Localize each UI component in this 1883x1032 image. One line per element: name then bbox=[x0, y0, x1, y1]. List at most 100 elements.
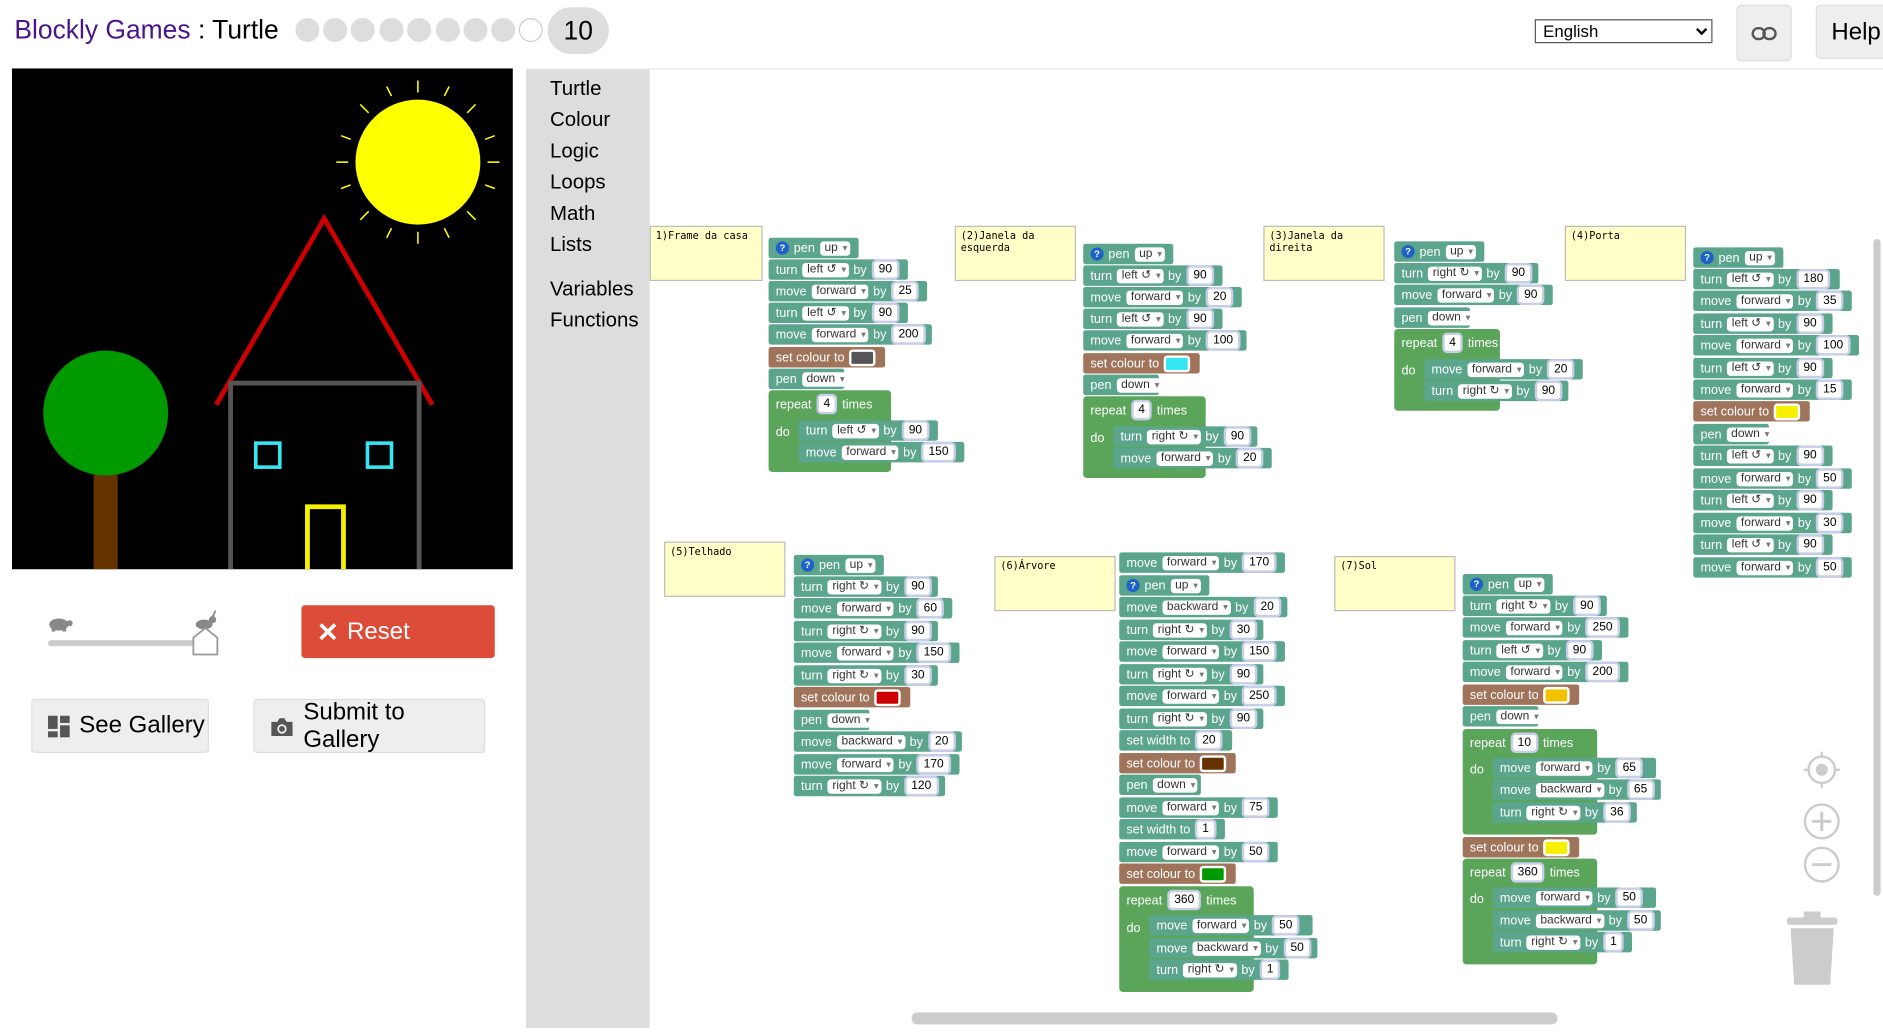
dropdown[interactable]: left ↺ bbox=[1727, 492, 1774, 508]
move-block[interactable]: move forward by75 bbox=[1119, 797, 1278, 818]
value[interactable]: 150 bbox=[916, 642, 951, 663]
toolbox-functions[interactable]: Functions bbox=[550, 309, 639, 333]
dropdown[interactable]: up bbox=[1170, 578, 1201, 593]
dropdown[interactable]: forward bbox=[836, 601, 894, 616]
level-dot-4[interactable] bbox=[379, 18, 404, 43]
set-colour-block[interactable]: set colour to bbox=[1693, 401, 1810, 422]
turn-block[interactable]: turnright ↻by90 bbox=[1119, 664, 1264, 685]
pen-block[interactable]: pen down bbox=[793, 709, 873, 731]
value[interactable]: 65 bbox=[1615, 757, 1644, 779]
value[interactable]: 170 bbox=[1241, 552, 1277, 573]
dropdown[interactable]: forward bbox=[1736, 515, 1793, 531]
value[interactable]: 90 bbox=[1229, 708, 1258, 729]
level-dot-3[interactable] bbox=[350, 18, 375, 43]
toolbox-lists[interactable]: Lists bbox=[550, 233, 592, 257]
set-colour-block[interactable]: set colour to bbox=[793, 686, 911, 708]
comment-door[interactable]: (4)Porta bbox=[1562, 223, 1689, 284]
dropdown[interactable]: down bbox=[1152, 777, 1198, 792]
toolbox-variables[interactable]: Variables bbox=[550, 277, 634, 301]
value[interactable]: 75 bbox=[1241, 797, 1270, 818]
dropdown[interactable]: backward bbox=[1535, 913, 1604, 928]
dropdown[interactable]: forward bbox=[1535, 890, 1593, 905]
dropdown[interactable]: forward bbox=[1736, 338, 1793, 353]
value[interactable]: 20 bbox=[927, 731, 956, 752]
turn-block[interactable]: turnleft ↺by90 bbox=[798, 420, 938, 441]
turn-block[interactable]: turnright ↻by90 bbox=[1424, 380, 1569, 402]
comment-tree[interactable]: (6)Árvore bbox=[991, 553, 1119, 614]
dropdown[interactable]: forward bbox=[811, 327, 869, 342]
language-select[interactable]: English bbox=[1534, 19, 1713, 44]
value[interactable]: 1 bbox=[1259, 959, 1281, 980]
reset-button[interactable]: Reset bbox=[301, 605, 495, 659]
recenter-icon[interactable] bbox=[1803, 751, 1841, 789]
value[interactable]: 4 bbox=[1130, 399, 1153, 421]
dropdown[interactable]: forward bbox=[1437, 287, 1494, 303]
move-block[interactable]: moveforwardby50 bbox=[1119, 841, 1278, 863]
dropdown[interactable]: right ↻ bbox=[1496, 598, 1551, 614]
turn-block[interactable]: turnleft ↺by90 bbox=[1693, 357, 1833, 379]
toolbox-colour[interactable]: Colour bbox=[550, 108, 610, 132]
pen-block[interactable]: pen down bbox=[1462, 706, 1542, 727]
move-block[interactable]: moveforwardby150 bbox=[1119, 641, 1285, 662]
dropdown[interactable]: right ↻ bbox=[1152, 622, 1207, 638]
move-block[interactable]: move forward by20 bbox=[1083, 287, 1242, 308]
dropdown[interactable]: right ↻ bbox=[1146, 429, 1201, 444]
turn-block[interactable]: turnright ↻by90 bbox=[1394, 262, 1539, 284]
value[interactable]: 90 bbox=[1572, 595, 1601, 617]
dropdown[interactable]: down bbox=[801, 371, 848, 387]
move-block[interactable]: move forward by20 bbox=[1424, 359, 1583, 380]
help-icon[interactable]: ? bbox=[1126, 578, 1140, 593]
submit-gallery-button[interactable]: Submit to Gallery bbox=[253, 698, 486, 753]
value[interactable]: 60 bbox=[916, 598, 945, 619]
help-icon[interactable]: ? bbox=[775, 241, 789, 255]
move-block[interactable]: moveforwardby50 bbox=[1492, 887, 1657, 908]
move-block[interactable]: moveforwardby150 bbox=[798, 441, 965, 463]
set-colour-block[interactable]: set colour to bbox=[1083, 353, 1200, 374]
colour-swatch[interactable] bbox=[1199, 865, 1227, 883]
dropdown[interactable]: right ↻ bbox=[1182, 962, 1237, 977]
dropdown[interactable]: up bbox=[819, 240, 850, 256]
move-block[interactable]: moveforwardby65 bbox=[1492, 757, 1657, 779]
move-block[interactable]: movebackwardby20 bbox=[1119, 596, 1288, 618]
value[interactable]: 170 bbox=[916, 754, 951, 775]
dropdown[interactable]: down bbox=[1495, 709, 1542, 724]
dropdown[interactable]: left ↺ bbox=[1727, 448, 1774, 463]
dropdown[interactable]: forward bbox=[1505, 664, 1563, 680]
value[interactable]: 180 bbox=[1796, 269, 1831, 290]
value[interactable]: 90 bbox=[1796, 313, 1824, 334]
value[interactable]: 90 bbox=[1229, 664, 1258, 685]
value[interactable]: 200 bbox=[1585, 661, 1620, 683]
value[interactable]: 90 bbox=[1796, 357, 1824, 379]
dropdown[interactable]: forward bbox=[1535, 760, 1593, 776]
dropdown[interactable]: left ↺ bbox=[802, 262, 849, 277]
turn-block[interactable]: turnright ↻by90 bbox=[793, 620, 938, 642]
move-block[interactable]: move forward by 200 bbox=[768, 324, 932, 345]
dropdown[interactable]: right ↻ bbox=[1427, 265, 1482, 281]
move-block[interactable]: move forward by100 bbox=[1693, 335, 1859, 356]
dropdown[interactable]: backward bbox=[1162, 599, 1231, 615]
comment-frame[interactable]: 1)Frame da casa bbox=[647, 223, 765, 284]
dropdown[interactable]: right ↻ bbox=[827, 778, 882, 794]
value[interactable]: 90 bbox=[1516, 284, 1545, 306]
pen-block[interactable]: ? pen up bbox=[793, 554, 884, 576]
value[interactable]: 150 bbox=[921, 441, 956, 463]
move-block[interactable]: move forward by100 bbox=[1083, 330, 1247, 351]
dropdown[interactable]: up bbox=[844, 557, 876, 573]
dropdown[interactable]: right ↻ bbox=[827, 668, 882, 683]
dropdown[interactable]: forward bbox=[1162, 800, 1219, 815]
set-colour-block[interactable]: set colour to bbox=[1119, 752, 1236, 774]
trash-icon[interactable] bbox=[1785, 910, 1840, 987]
pen-block[interactable]: ? pen up bbox=[1083, 243, 1174, 265]
set-width-block[interactable]: set width to 20 bbox=[1119, 730, 1233, 751]
value[interactable]: 20 bbox=[1195, 730, 1223, 751]
value[interactable]: 150 bbox=[1241, 641, 1277, 662]
dropdown[interactable]: forward bbox=[1192, 918, 1249, 933]
dropdown[interactable]: up bbox=[1513, 577, 1544, 592]
turn-block[interactable]: turnright ↻by1 bbox=[1492, 931, 1633, 953]
dropdown[interactable]: forward bbox=[841, 444, 899, 460]
turn-block[interactable]: turnleft ↺by90 bbox=[1693, 534, 1833, 555]
dropdown[interactable]: backward bbox=[1535, 782, 1604, 797]
dropdown[interactable]: right ↻ bbox=[1526, 805, 1581, 820]
value[interactable]: 50 bbox=[1271, 915, 1300, 936]
help-button[interactable]: Help bbox=[1815, 4, 1883, 59]
